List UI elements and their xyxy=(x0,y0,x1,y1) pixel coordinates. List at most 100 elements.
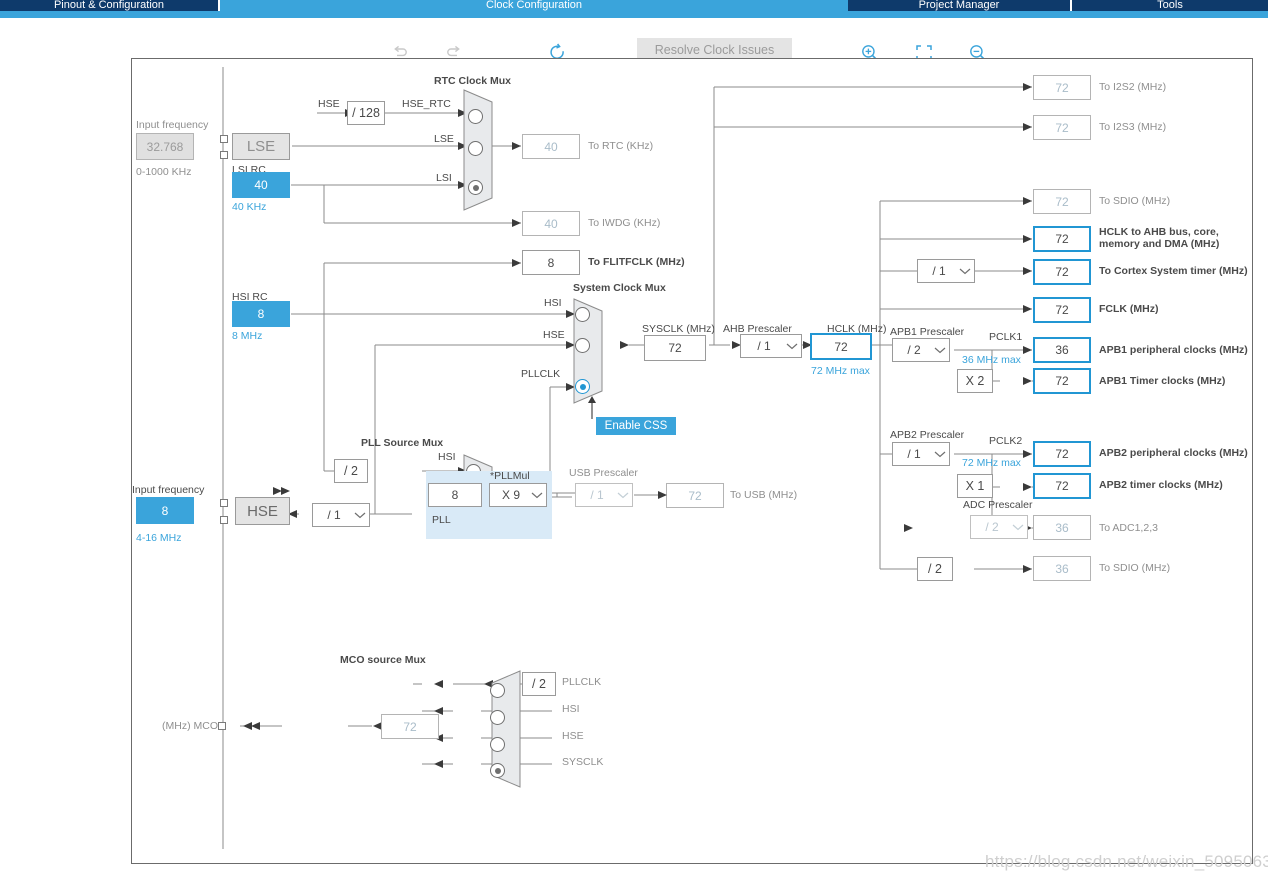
rtc-mux-option-lse[interactable] xyxy=(468,141,483,156)
hse-input-frequency-field[interactable]: 8 xyxy=(136,497,194,524)
mco-mux-option-sysclk[interactable] xyxy=(490,763,505,778)
pllmul-label: *PLLMul xyxy=(490,470,530,482)
lse-pin-out[interactable] xyxy=(220,151,228,159)
cortex-systimer-value[interactable]: 72 xyxy=(1033,259,1091,285)
mco-source-mux-title: MCO source Mux xyxy=(340,654,426,666)
to-sdio-value[interactable]: 36 xyxy=(1033,556,1091,581)
ahb-prescaler-select[interactable]: / 1 xyxy=(740,334,802,358)
mco-pll-divider[interactable]: / 2 xyxy=(522,672,556,696)
ahb-prescaler-value: / 1 xyxy=(757,339,771,353)
tab-clock-configuration[interactable]: Clock Configuration xyxy=(220,0,848,11)
to-flitfclk-value[interactable]: 8 xyxy=(522,250,580,275)
adc-prescaler-select[interactable]: / 2 xyxy=(970,515,1028,539)
to-i2s3-value[interactable]: 72 xyxy=(1033,115,1091,140)
apb1-timer-multiplier[interactable]: X 2 xyxy=(957,369,993,393)
mco-input-sysclk-label: SYSCLK xyxy=(562,756,604,768)
hsi-rc-value[interactable]: 8 xyxy=(232,301,290,327)
chevron-down-icon xyxy=(956,267,974,275)
hclk-value[interactable]: 72 xyxy=(810,333,872,360)
mco-value[interactable]: 72 xyxy=(381,714,439,739)
apb1-prescaler-select[interactable]: / 2 xyxy=(892,338,950,362)
apb1-peripheral-clocks-value[interactable]: 36 xyxy=(1033,337,1091,363)
usb-prescaler-value: / 1 xyxy=(590,488,604,502)
rtc-mux-input-lse-label: LSE xyxy=(434,133,454,145)
hse-block[interactable]: HSE xyxy=(235,497,290,525)
apb2-prescaler-value: / 1 xyxy=(907,447,921,461)
mco-pin[interactable] xyxy=(218,722,226,730)
sysclk-mux-option-hse[interactable] xyxy=(575,338,590,353)
rtc-mux-input-lsi-label: LSI xyxy=(436,172,452,184)
rtc-mux-option-lsi[interactable] xyxy=(468,180,483,195)
pll-source-mux-title: PLL Source Mux xyxy=(361,437,444,449)
hse-pin-in[interactable] xyxy=(220,499,228,507)
usb-prescaler-select[interactable]: / 1 xyxy=(575,483,633,507)
hse-predivider-value: / 1 xyxy=(327,508,341,522)
mco-mux-option-hse[interactable] xyxy=(490,737,505,752)
hse-rtc-prescaler[interactable]: / 128 xyxy=(347,101,385,125)
sdio-divider[interactable]: / 2 xyxy=(917,557,953,581)
hse-rtc-label: HSE_RTC xyxy=(402,98,451,110)
adc-prescaler-label: ADC Prescaler xyxy=(963,499,1033,511)
to-iwdg-value[interactable]: 40 xyxy=(522,211,580,236)
pll-input-value[interactable]: 8 xyxy=(428,483,482,507)
css-arrow-icon xyxy=(588,396,596,419)
hclk-ahb-value[interactable]: 72 xyxy=(1033,226,1091,252)
to-rtc-label: To RTC (KHz) xyxy=(588,140,654,152)
enable-css-button[interactable]: Enable CSS xyxy=(596,417,676,435)
lse-pin-in[interactable] xyxy=(220,135,228,143)
apb2-peripheral-clocks-label: APB2 peripheral clocks (MHz) xyxy=(1099,447,1248,459)
usb-prescaler-label: USB Prescaler xyxy=(569,467,638,479)
sysclk-value[interactable]: 72 xyxy=(644,335,706,361)
watermark: https://blog.csdn.net/weixin_50950634 xyxy=(985,852,1268,871)
to-i2s2-value[interactable]: 72 xyxy=(1033,75,1091,100)
pll-source-input-hsi-label: HSI xyxy=(438,451,456,463)
apb2-timer-clocks-value[interactable]: 72 xyxy=(1033,473,1091,499)
chevron-down-icon xyxy=(614,491,632,499)
apb2-peripheral-clocks-value[interactable]: 72 xyxy=(1033,441,1091,467)
sysclk-mux-input-pllclk-label: PLLCLK xyxy=(521,368,561,380)
apb1-peripheral-clocks-label: APB1 peripheral clocks (MHz) xyxy=(1099,344,1248,356)
cortex-prescaler-select[interactable]: / 1 xyxy=(917,259,975,283)
hse-input-frequency-label: Input frequency xyxy=(132,484,205,496)
pclk1-label: PCLK1 xyxy=(989,331,1023,343)
apb2-prescaler-select[interactable]: / 1 xyxy=(892,442,950,466)
mco-mux-option-hsi[interactable] xyxy=(490,710,505,725)
lsi-rc-value[interactable]: 40 xyxy=(232,172,290,198)
apb2-timer-multiplier[interactable]: X 1 xyxy=(957,474,993,498)
to-rtc-value[interactable]: 40 xyxy=(522,134,580,159)
to-sdio-top-value[interactable]: 72 xyxy=(1033,189,1091,214)
to-i2s2-label: To I2S2 (MHz) xyxy=(1099,81,1167,93)
adc-prescaler-value: / 2 xyxy=(985,520,999,534)
tab-pinout-configuration[interactable]: Pinout & Configuration xyxy=(0,0,218,11)
sysclk-mux-option-pllclk[interactable] xyxy=(575,379,590,394)
hse-predivider-select[interactable]: / 1 xyxy=(312,503,370,527)
to-usb-label: To USB (MHz) xyxy=(730,489,798,501)
tab-tools[interactable]: Tools xyxy=(1072,0,1268,11)
rtc-mux-option-hse-rtc[interactable] xyxy=(468,109,483,124)
lse-input-frequency-field[interactable]: 32.768 xyxy=(136,133,194,160)
pllmul-value: X 9 xyxy=(501,488,520,502)
to-usb-value[interactable]: 72 xyxy=(666,483,724,508)
sysclk-label: SYSCLK (MHz) xyxy=(642,323,715,335)
hse-pin-out[interactable] xyxy=(220,516,228,524)
tab-accent-bar xyxy=(0,11,1268,18)
to-adc-label: To ADC1,2,3 xyxy=(1099,522,1158,534)
fclk-value[interactable]: 72 xyxy=(1033,297,1091,323)
sysclk-mux-input-hse-label: HSE xyxy=(543,329,565,341)
lse-input-frequency-label: Input frequency xyxy=(136,119,209,131)
to-adc-value[interactable]: 36 xyxy=(1033,515,1091,540)
sysclk-mux-option-hsi[interactable] xyxy=(575,307,590,322)
mco-mux-option-pllclk[interactable] xyxy=(490,683,505,698)
apb2-timer-clocks-label: APB2 timer clocks (MHz) xyxy=(1099,479,1223,491)
clock-tree-canvas[interactable]: Input frequency 32.768 0-1000 KHz LSE LS… xyxy=(131,58,1253,864)
apb1-timer-clocks-label: APB1 Timer clocks (MHz) xyxy=(1099,375,1226,387)
pllmul-select[interactable]: X 9 xyxy=(489,483,547,507)
hse-range-label: 4-16 MHz xyxy=(136,532,182,544)
mco-input-hsi-label: HSI xyxy=(562,703,580,715)
lse-range-label: 0-1000 KHz xyxy=(136,166,192,178)
apb2-prescaler-label: APB2 Prescaler xyxy=(890,429,965,441)
tab-project-manager[interactable]: Project Manager xyxy=(848,0,1070,11)
lse-block[interactable]: LSE xyxy=(232,133,290,160)
apb1-timer-clocks-value[interactable]: 72 xyxy=(1033,368,1091,394)
pll-hsi-divider[interactable]: / 2 xyxy=(334,459,368,483)
